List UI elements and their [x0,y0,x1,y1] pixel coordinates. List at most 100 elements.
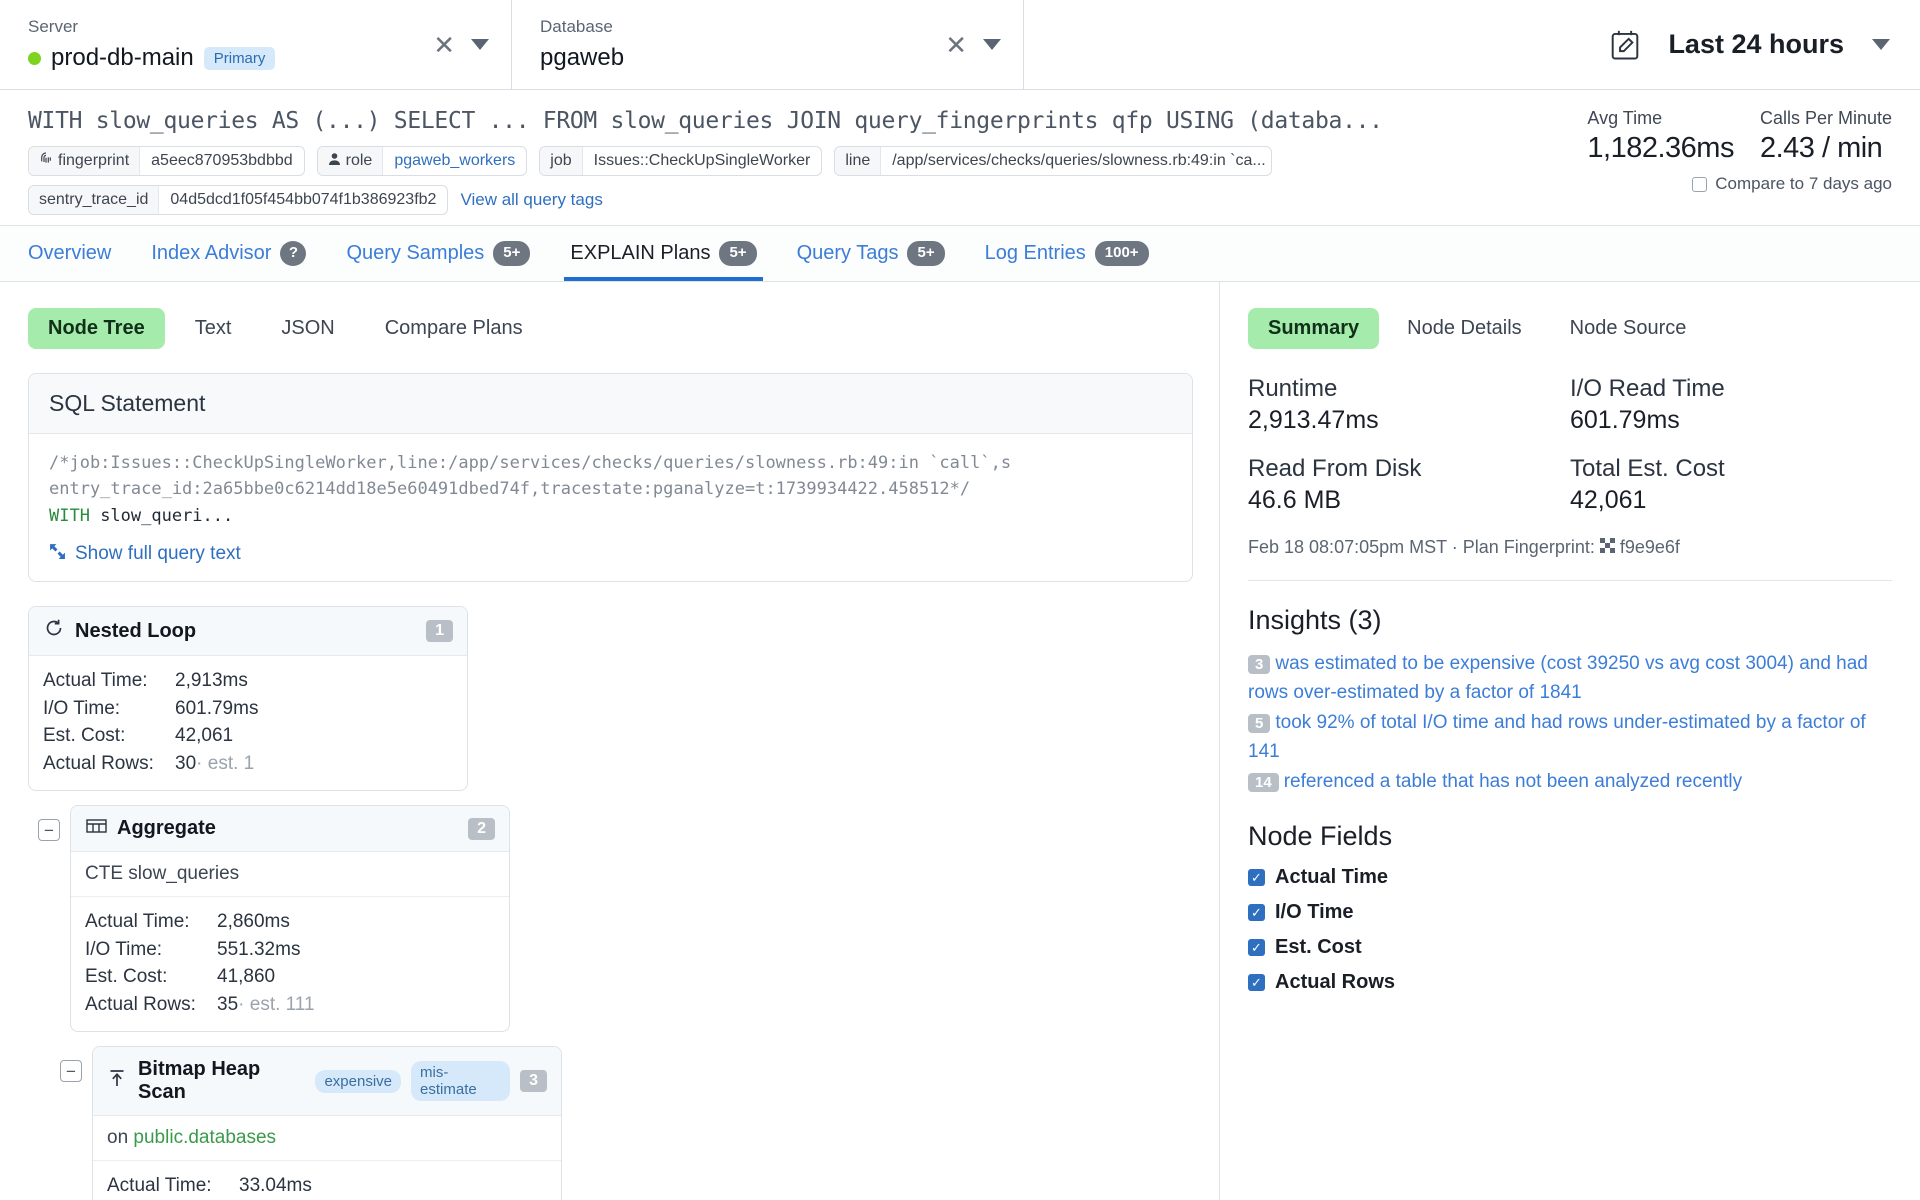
query-tag-sentry-trace-id[interactable]: sentry_trace_id 04d5dcd1f05f454bb074f1b3… [28,185,448,215]
tab-overview[interactable]: Overview [28,226,131,281]
database-value: pgaweb [540,44,624,72]
segment-summary[interactable]: Summary [1248,308,1379,349]
collapse-node-2-button[interactable]: − [38,819,60,841]
show-full-query-text-button[interactable]: Show full query text [49,543,241,565]
tab-badge: 5+ [719,241,756,265]
stat-key: I/O Time: [85,936,217,964]
view-mode-json[interactable]: JSON [261,308,354,349]
query-tag-job[interactable]: job Issues::CheckUpSingleWorker [539,146,822,176]
summary-label: Runtime [1248,375,1570,403]
main-tab-bar: Overview Index Advisor ? Query Samples 5… [0,226,1920,282]
query-tag-fingerprint[interactable]: fingerprint a5eec870953bdbbd [28,146,305,176]
tab-badge: 100+ [1095,241,1149,265]
plan-node-flag-expensive: expensive [315,1070,401,1093]
query-tag-key: job [550,152,571,170]
metric-label: Avg Time [1587,108,1734,129]
plan-node-nested-loop[interactable]: Nested Loop 1 Actual Time: 2,913ms I/O T… [28,606,468,791]
plan-node-stat: Actual Time: 2,860ms [85,908,495,936]
calendar-edit-icon[interactable] [1610,29,1640,61]
stat-key: Actual Time: [107,1172,239,1200]
plan-node-aggregate[interactable]: Aggregate 2 CTE slow_queries Actual Time… [70,805,510,1032]
node-field-actual-rows[interactable]: ✓ Actual Rows [1248,971,1892,994]
view-mode-text[interactable]: Text [175,308,252,349]
plan-node-subtitle: on public.databases [93,1116,561,1161]
query-tag-key: sentry_trace_id [39,191,148,209]
server-primary-badge: Primary [204,47,276,70]
tab-query-samples[interactable]: Query Samples 5+ [326,226,550,281]
insight-text: was estimated to be expensive (cost 3925… [1248,653,1868,703]
compare-toggle[interactable]: Compare to 7 days ago [1692,174,1892,194]
sql-statement-body[interactable]: /*job:Issues::CheckUpSingleWorker,line:/… [29,434,1192,537]
node-field-label: I/O Time [1275,901,1354,924]
up-arrow-icon [107,1069,128,1094]
checkbox-checked-icon[interactable]: ✓ [1248,974,1265,991]
plan-node-stat: I/O Time: 551.32ms [85,936,495,964]
plan-node-stat: I/O Time: 601.79ms [43,695,453,723]
tab-badge: 5+ [493,241,530,265]
detail-segment-group: Summary Node Details Node Source [1248,308,1892,349]
node-field-est-cost[interactable]: ✓ Est. Cost [1248,936,1892,959]
view-mode-node-tree[interactable]: Node Tree [28,308,165,349]
tab-badge: ? [280,241,306,266]
insight-item[interactable]: 14referenced a table that has not been a… [1248,768,1892,797]
tab-label: Query Tags [797,242,899,265]
insight-text: referenced a table that has not been ana… [1284,771,1742,792]
collapse-node-3-button[interactable]: − [60,1060,82,1082]
tab-label: Index Advisor [151,242,271,265]
metric-calls-per-minute: Calls Per Minute 2.43 / min [1760,108,1892,165]
plan-node-table-link[interactable]: public.databases [133,1127,276,1148]
top-selector-bar: Server prod-db-main Primary ✕ Database p… [0,0,1920,90]
clear-database-icon[interactable]: ✕ [945,32,967,58]
insights-list: 3was estimated to be expensive (cost 392… [1248,650,1892,797]
tab-label: Overview [28,242,111,265]
database-chevron-down-icon[interactable] [983,39,1001,50]
query-tag-list: fingerprint a5eec870953bdbbd role pgaweb… [28,146,1452,215]
plan-node-stat: Est. Cost: 41,860 [85,963,495,991]
checkbox-checked-icon[interactable]: ✓ [1248,904,1265,921]
view-all-query-tags-link[interactable]: View all query tags [460,190,602,210]
insight-item[interactable]: 5took 92% of total I/O time and had rows… [1248,709,1892,766]
plan-node-number: 1 [426,620,453,642]
show-full-query-text-label: Show full query text [75,543,241,565]
tab-explain-plans[interactable]: EXPLAIN Plans 5+ [550,226,776,281]
compare-checkbox[interactable] [1692,177,1707,192]
metric-avg-time: Avg Time 1,182.36ms [1587,108,1734,165]
query-tag-key: role [346,152,373,170]
checkbox-checked-icon[interactable]: ✓ [1248,939,1265,956]
loop-icon [43,618,65,644]
insight-item[interactable]: 3was estimated to be expensive (cost 392… [1248,650,1892,707]
sql-query-line: WITH slow_queri... [49,503,1172,529]
server-selector[interactable]: Server prod-db-main Primary ✕ [0,0,512,89]
node-field-io-time[interactable]: ✓ I/O Time [1248,901,1892,924]
query-tag-line[interactable]: line /app/services/checks/queries/slowne… [834,146,1272,176]
plan-fingerprint-value: f9e9e6f [1620,537,1680,557]
tab-label: Log Entries [985,242,1086,265]
server-chevron-down-icon[interactable] [471,39,489,50]
checkbox-checked-icon[interactable]: ✓ [1248,869,1265,886]
query-tag-role[interactable]: role pgaweb_workers [317,146,528,176]
clear-server-icon[interactable]: ✕ [433,32,455,58]
node-field-label: Est. Cost [1275,936,1362,959]
database-selector[interactable]: Database pgaweb ✕ [512,0,1024,89]
segment-node-source[interactable]: Node Source [1550,308,1707,349]
view-mode-compare-plans[interactable]: Compare Plans [365,308,543,349]
query-tag-value[interactable]: pgaweb_workers [383,147,526,175]
plan-node-bitmap-heap-scan[interactable]: Bitmap Heap Scan expensive mis-estimate … [92,1046,562,1200]
stat-key: I/O Time: [43,695,175,723]
tab-index-advisor[interactable]: Index Advisor ? [131,226,326,281]
summary-label: Total Est. Cost [1570,455,1892,483]
segment-node-details[interactable]: Node Details [1387,308,1542,349]
time-range-chevron-down-icon[interactable] [1872,39,1890,50]
tab-log-entries[interactable]: Log Entries 100+ [965,226,1169,281]
summary-read-from-disk: Read From Disk 46.6 MB [1248,455,1570,515]
stat-value: 33.04ms [239,1172,312,1200]
insight-node-number: 3 [1248,655,1270,674]
query-text[interactable]: WITH slow_queries AS (...) SELECT ... FR… [28,108,1452,134]
stat-key: Est. Cost: [85,963,217,991]
tab-query-tags[interactable]: Query Tags 5+ [777,226,965,281]
node-field-actual-time[interactable]: ✓ Actual Time [1248,866,1892,889]
summary-value: 46.6 MB [1248,486,1570,515]
server-value: prod-db-main [51,44,194,72]
plan-node-tree: Nested Loop 1 Actual Time: 2,913ms I/O T… [28,606,1193,1200]
stat-key: Actual Time: [85,908,217,936]
